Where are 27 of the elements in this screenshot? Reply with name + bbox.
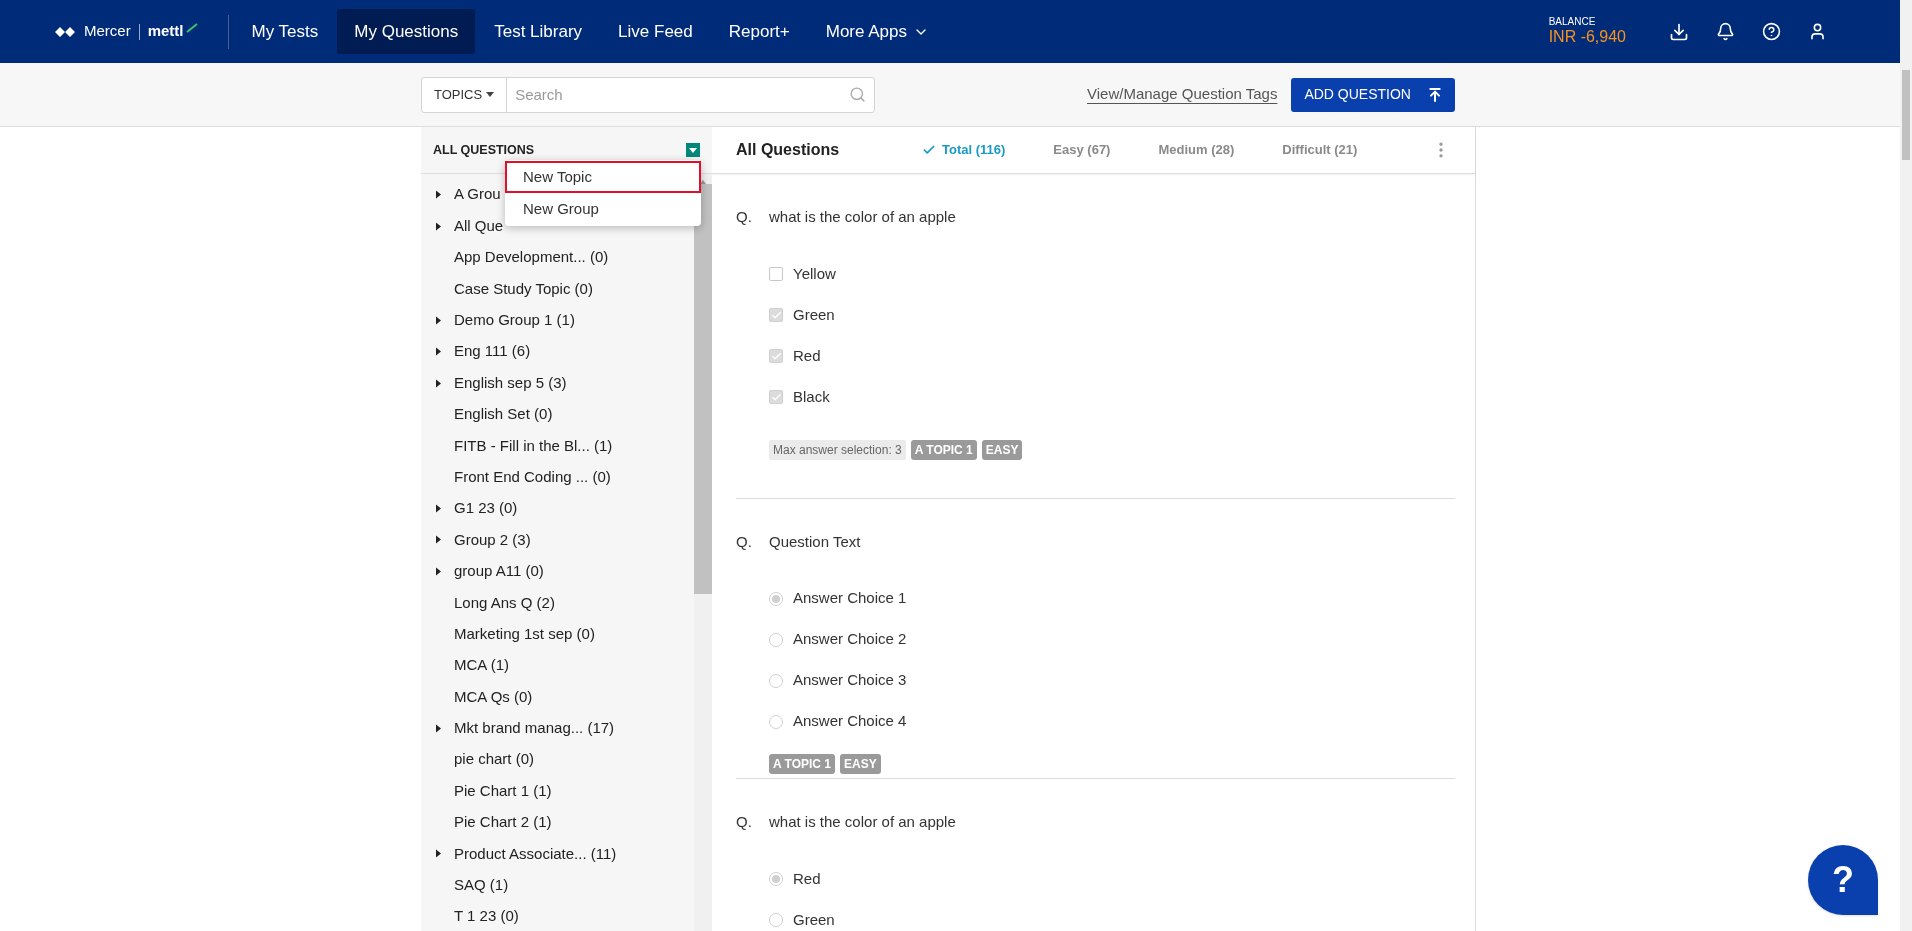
question-prefix: Q. [736, 812, 753, 832]
option-label: Yellow [793, 263, 836, 284]
tag: A TOPIC 1 [910, 439, 977, 460]
option-label: Answer Choice 2 [793, 629, 907, 650]
max-selection-note: Max answer selection: 3 [769, 439, 906, 460]
question-prefix: Q. [736, 531, 753, 552]
tag: EASY [981, 439, 1023, 460]
brand-name: Mercer [84, 21, 131, 42]
question-prefix: Q. [736, 207, 753, 227]
option-label: Green [793, 909, 835, 930]
option-label: Green [793, 304, 835, 325]
option-label: Red [793, 345, 821, 366]
question-text: Question Text [769, 531, 861, 552]
product-name: mettl [147, 21, 184, 42]
balance-label: BALANCE [1548, 16, 1597, 27]
option-label: Black [793, 386, 830, 407]
sidebar-title: ALL QUESTIONS [433, 141, 535, 159]
tag: A TOPIC 1 [769, 754, 835, 774]
option-label: Red [793, 868, 821, 889]
balance-value: INR -6,940 [1548, 27, 1626, 47]
question-text: what is the color of an apple [769, 812, 956, 832]
option-label: Answer Choice 1 [793, 588, 907, 609]
option-label: Answer Choice 4 [793, 711, 907, 732]
option-label: Answer Choice 3 [793, 670, 907, 691]
page-title: All Questions [736, 140, 841, 160]
question-text: what is the color of an apple [769, 207, 956, 227]
tag: EASY [840, 754, 881, 774]
